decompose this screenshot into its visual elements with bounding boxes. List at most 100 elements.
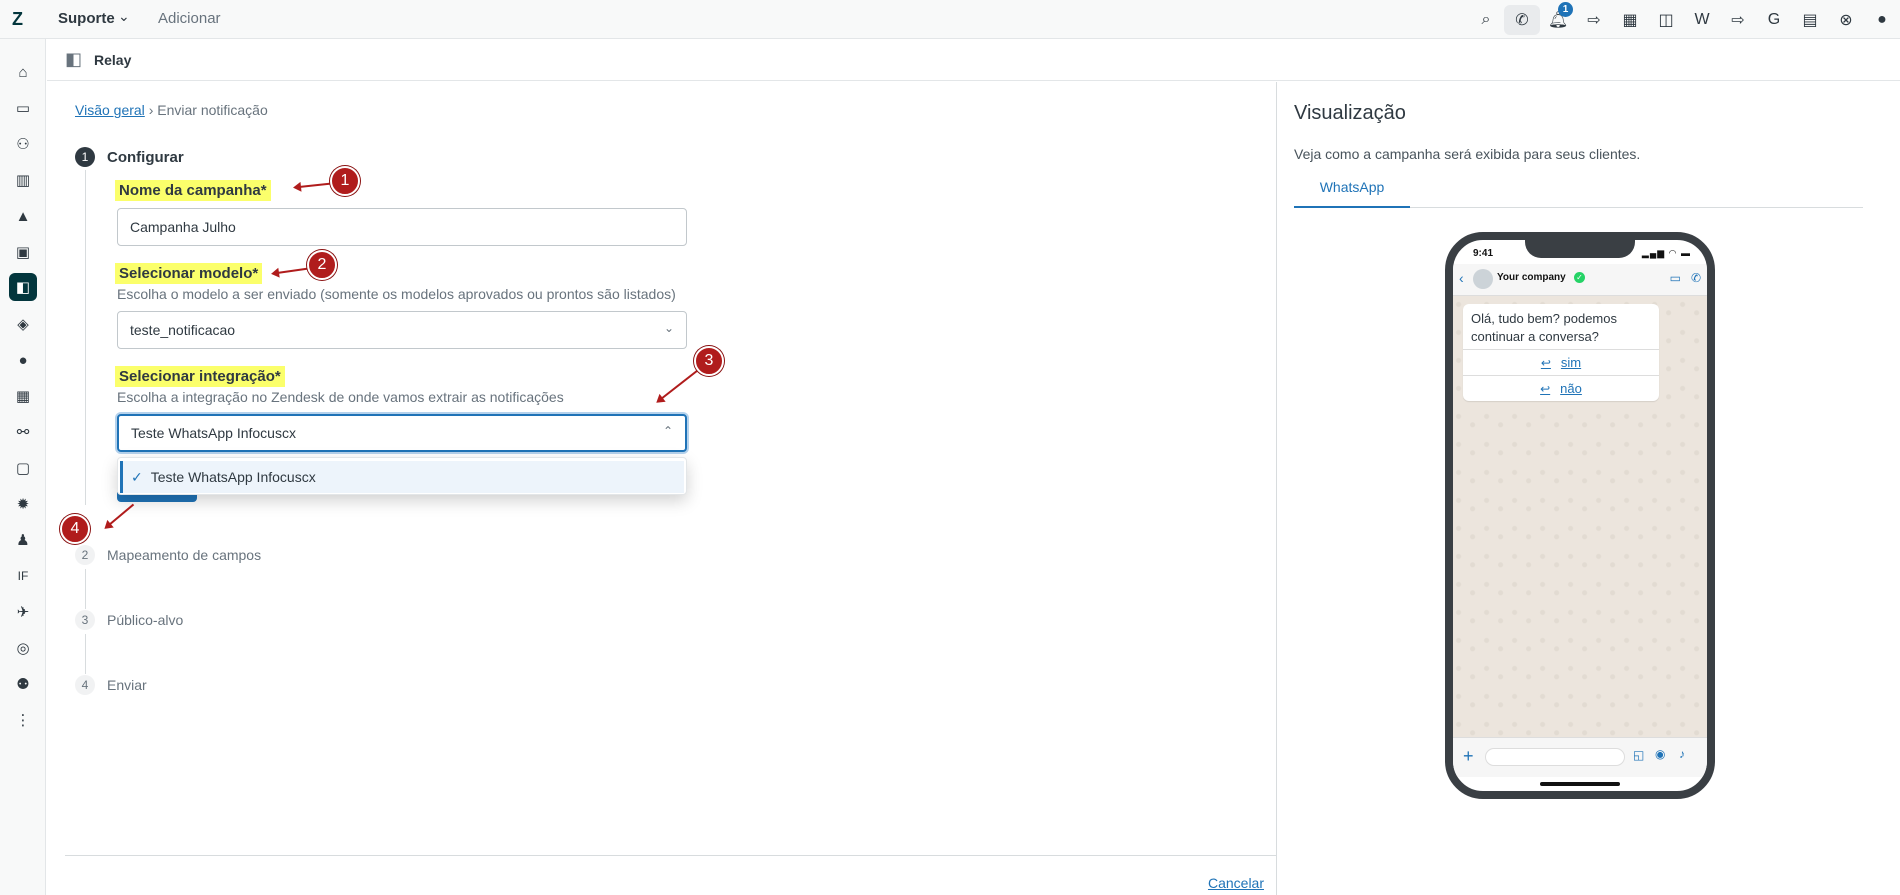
tab-whatsapp[interactable]: WhatsApp (1294, 168, 1410, 208)
step-4-label[interactable]: Enviar (107, 677, 147, 693)
phone-notch (1525, 240, 1635, 258)
integration-value: Teste WhatsApp Infocuscx (131, 425, 296, 441)
signal-battery-icon: ▂▄▆ ◠ ▬ (1641, 248, 1691, 258)
integration-select[interactable]: Teste WhatsApp Infocuscx ⌃ (117, 414, 687, 452)
back-chevron-icon: ‹ (1459, 270, 1464, 286)
app-icon-5[interactable]: ⇨ (1720, 0, 1756, 39)
zendesk-logo-icon[interactable]: Z (12, 9, 33, 30)
chat-input-bar: + ◱ ◉ ♪ (1453, 737, 1707, 777)
step-2-label[interactable]: Mapeamento de campos (107, 547, 261, 563)
sticker-icon: ◱ (1633, 748, 1645, 762)
preview-subtitle: Veja como a campanha será exibida para s… (1294, 146, 1641, 162)
step-3-number: 3 (75, 610, 95, 630)
chevron-down-icon[interactable]: ⌄ (118, 8, 130, 25)
step-1-number: 1 (75, 147, 95, 167)
home-indicator (1540, 782, 1620, 786)
template-hint: Escolha o modelo a ser enviado (somente … (117, 286, 676, 302)
reply-icon: ↩ (1540, 381, 1551, 396)
campaign-name-input[interactable]: Campanha Julho (117, 208, 687, 246)
verified-icon: ✓ (1574, 272, 1585, 283)
step-2-number: 2 (75, 545, 95, 565)
add-button[interactable]: Adicionar (158, 10, 221, 27)
annotation-marker-4: 4 (60, 514, 90, 544)
step-line (85, 170, 86, 505)
dropdown-option[interactable]: ✓ Teste WhatsApp Infocuscx (120, 461, 684, 493)
relay-icon: ◧ (65, 49, 83, 69)
top-icons: ⌕ ✆ 🔔︎ 1 ⇨ ▦ ◫ W ⇨ G ▤ ⊗ ● (1468, 0, 1900, 39)
breadcrumb: Visão geral › Enviar notificação (75, 102, 268, 118)
app-icon-3[interactable]: ◫ (1648, 0, 1684, 39)
team-icon[interactable]: ⚉ (11, 672, 35, 696)
breadcrumb-current: Enviar notificação (157, 102, 268, 118)
gear-icon[interactable]: ✹ (11, 492, 35, 516)
inbox-icon[interactable]: ▭ (11, 96, 35, 120)
camera-icon: ◉ (1655, 747, 1666, 761)
home-icon[interactable]: ⌂ (11, 60, 35, 84)
search-icon[interactable]: ⌕ (1468, 0, 1504, 39)
chat-icon[interactable]: ▢ (11, 456, 35, 480)
building-icon[interactable]: ▥ (11, 168, 35, 192)
phone-time: 9:41 (1473, 248, 1494, 259)
person-icon[interactable]: ♟ (11, 528, 35, 552)
breadcrumb-separator: › (148, 102, 154, 118)
left-sidebar: ⌂ ▭ ⚇ ▥ ▲ ▣ ◧ ◈ ● ▦ ⚯ ▢ ✹ ♟ IF ✈ ◎ ⚉ ⋮ (0, 39, 46, 895)
campaign-name-label: Nome da campanha* (115, 180, 271, 201)
message-text: Olá, tudo bem? podemos continuar a conve… (1471, 311, 1617, 344)
integration-label: Selecionar integração* (115, 366, 285, 387)
tray-icon[interactable]: ▣ (11, 240, 35, 264)
help-icon[interactable]: ⊗ (1828, 0, 1864, 39)
cancel-button[interactable]: Cancelar (1208, 875, 1264, 891)
mic-icon: ♪ (1679, 747, 1685, 761)
integration-hint: Escolha a integração no Zendesk de onde … (117, 389, 564, 405)
preview-tabs: WhatsApp (1294, 168, 1863, 208)
template-value: teste_notificacao (130, 322, 236, 338)
form-icon[interactable]: ▦ (11, 384, 35, 408)
company-avatar (1473, 269, 1493, 289)
annotation-marker-2: 2 (307, 250, 337, 280)
step-1-label[interactable]: Configurar (107, 149, 184, 166)
annotation-arrow (660, 366, 703, 400)
chevron-up-icon: ⌃ (662, 424, 673, 438)
phone-icon[interactable]: ✆ (1504, 4, 1540, 35)
notification-badge: 1 (1558, 2, 1573, 17)
chat-header: ‹ Your company ✓ ▭ ✆ (1453, 264, 1707, 296)
step-3-label[interactable]: Público-alvo (107, 612, 183, 628)
phone-call-icon: ✆ (1690, 271, 1701, 285)
integration-dropdown: ✓ Teste WhatsApp Infocuscx (117, 457, 687, 495)
shapes-icon[interactable]: ▲ (11, 204, 35, 228)
users-icon[interactable]: ⚇ (11, 132, 35, 156)
app-icon-7[interactable]: ▤ (1792, 0, 1828, 39)
relay-app-icon[interactable]: ◧ (9, 273, 37, 301)
reply-button-label: não (1560, 381, 1582, 397)
more-icon[interactable]: ⋮ (11, 708, 35, 732)
app-icon-4[interactable]: W (1684, 0, 1720, 39)
chat-area: Olá, tudo bem? podemos continuar a conve… (1453, 296, 1707, 737)
breadcrumb-overview-link[interactable]: Visão geral (75, 102, 145, 118)
box-icon[interactable]: ◈ (11, 312, 35, 336)
annotation-marker-1: 1 (330, 166, 360, 196)
chevron-down-icon: ⌄ (663, 321, 674, 335)
app-icon-1[interactable]: ⇨ (1576, 0, 1612, 39)
product-switcher[interactable]: Suporte (58, 10, 115, 27)
if-icon[interactable]: IF (11, 564, 35, 588)
bell-icon[interactable]: 🔔︎ 1 (1540, 0, 1576, 39)
app-title: Relay (94, 52, 132, 68)
main-panel: Visão geral › Enviar notificação 1 Confi… (47, 82, 1276, 895)
step-4-number: 4 (75, 675, 95, 695)
step-line (85, 569, 86, 609)
plane-icon[interactable]: ✈ (11, 600, 35, 624)
plus-icon: + (1463, 746, 1474, 766)
dot-icon[interactable]: ● (11, 348, 35, 372)
avatar[interactable]: ● (1864, 0, 1900, 39)
message-bubble: Olá, tudo bem? podemos continuar a conve… (1463, 304, 1659, 402)
phone-mockup: 9:41 ▂▄▆ ◠ ▬ ‹ Your company ✓ ▭ ✆ Olá, t… (1445, 232, 1715, 799)
template-select[interactable]: teste_notificacao ⌄ (117, 311, 687, 349)
company-name: Your company (1497, 272, 1566, 283)
app-icon-6[interactable]: G (1756, 0, 1792, 39)
whatsapp-icon[interactable]: ◎ (11, 636, 35, 660)
annotation-marker-3: 3 (694, 346, 724, 376)
reply-button-nao: ↩ não (1463, 375, 1659, 401)
reply-button-label: sim (1560, 355, 1582, 371)
app-icon-2[interactable]: ▦ (1612, 0, 1648, 39)
binoculars-icon[interactable]: ⚯ (11, 420, 35, 444)
